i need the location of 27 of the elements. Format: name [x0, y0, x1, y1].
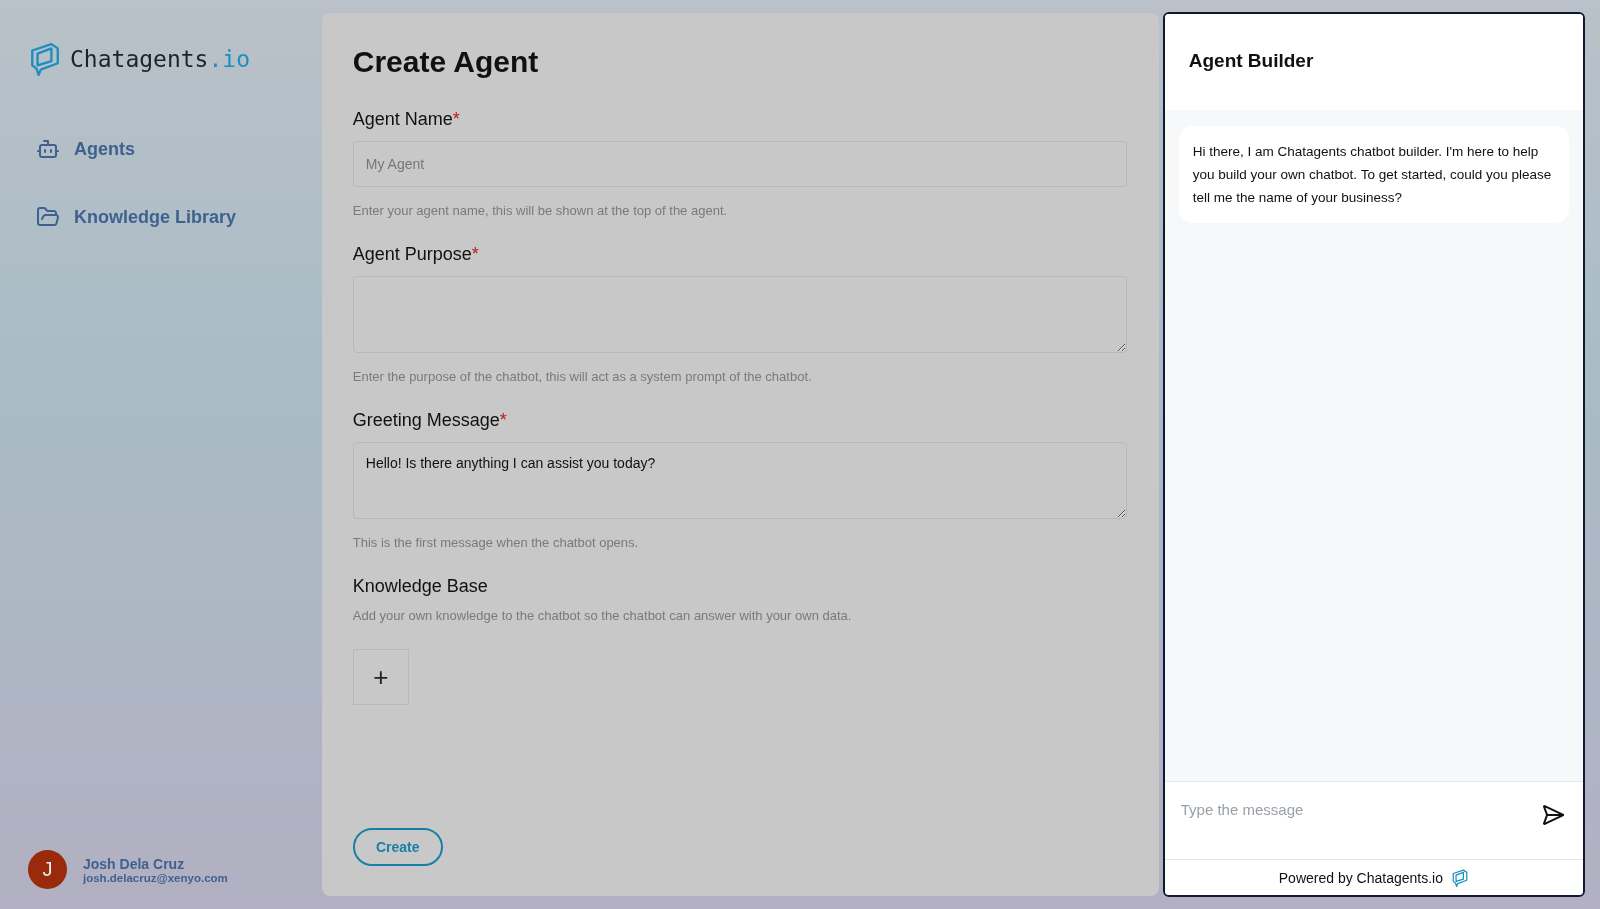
- logo-icon: [28, 42, 62, 76]
- add-button[interactable]: +: [352, 649, 409, 705]
- field-label: Agent Name*: [352, 109, 461, 130]
- field-hint: Enter the purpose of the chatbot, this will act as a system prompt of the chatbot.: [352, 369, 813, 384]
- page-title: Create Agent: [352, 45, 540, 79]
- field-label: Knowledge Base: [352, 576, 489, 597]
- field-label: Greeting Message*: [352, 410, 508, 431]
- chat-title: Agent Builder: [1164, 14, 1583, 110]
- text-area[interactable]: Hello! Is there anything I can assist you today?: [352, 442, 1127, 519]
- field-hint: Add your own knowledge to the chatbot so the chatbot can answer with your own data.: [352, 608, 853, 623]
- user-name: Josh Dela Cruz: [83, 855, 186, 872]
- robot-icon: [36, 137, 60, 161]
- folder-icon: [36, 205, 60, 229]
- chat-message: Hi there, I am Chatagents chatbot builder. I'm here to help you build your own chatbot. To get started, could you please tell me the name of your business?: [1178, 126, 1569, 223]
- send-icon: [1541, 803, 1565, 827]
- field-hint: This is the first message when the chatbot opens.: [352, 535, 640, 550]
- send-button[interactable]: [1541, 803, 1565, 827]
- input-field[interactable]: My Agent: [352, 141, 1127, 187]
- logo-icon: [1451, 868, 1469, 887]
- user-email: josh.delacruz@xenyo.com: [83, 871, 228, 884]
- powered-by-text: Powered by Chatagents.io: [1278, 869, 1443, 886]
- field-hint: Enter your agent name, this will be shown at the top of the agent.: [352, 203, 729, 218]
- sidebar-item[interactable]: Agents: [36, 128, 322, 170]
- user-avatar[interactable]: J: [28, 850, 67, 889]
- message-input[interactable]: Type the message: [1164, 781, 1583, 859]
- field-label: Agent Purpose*: [352, 244, 480, 265]
- brand-name: Chatagents.io: [70, 46, 251, 72]
